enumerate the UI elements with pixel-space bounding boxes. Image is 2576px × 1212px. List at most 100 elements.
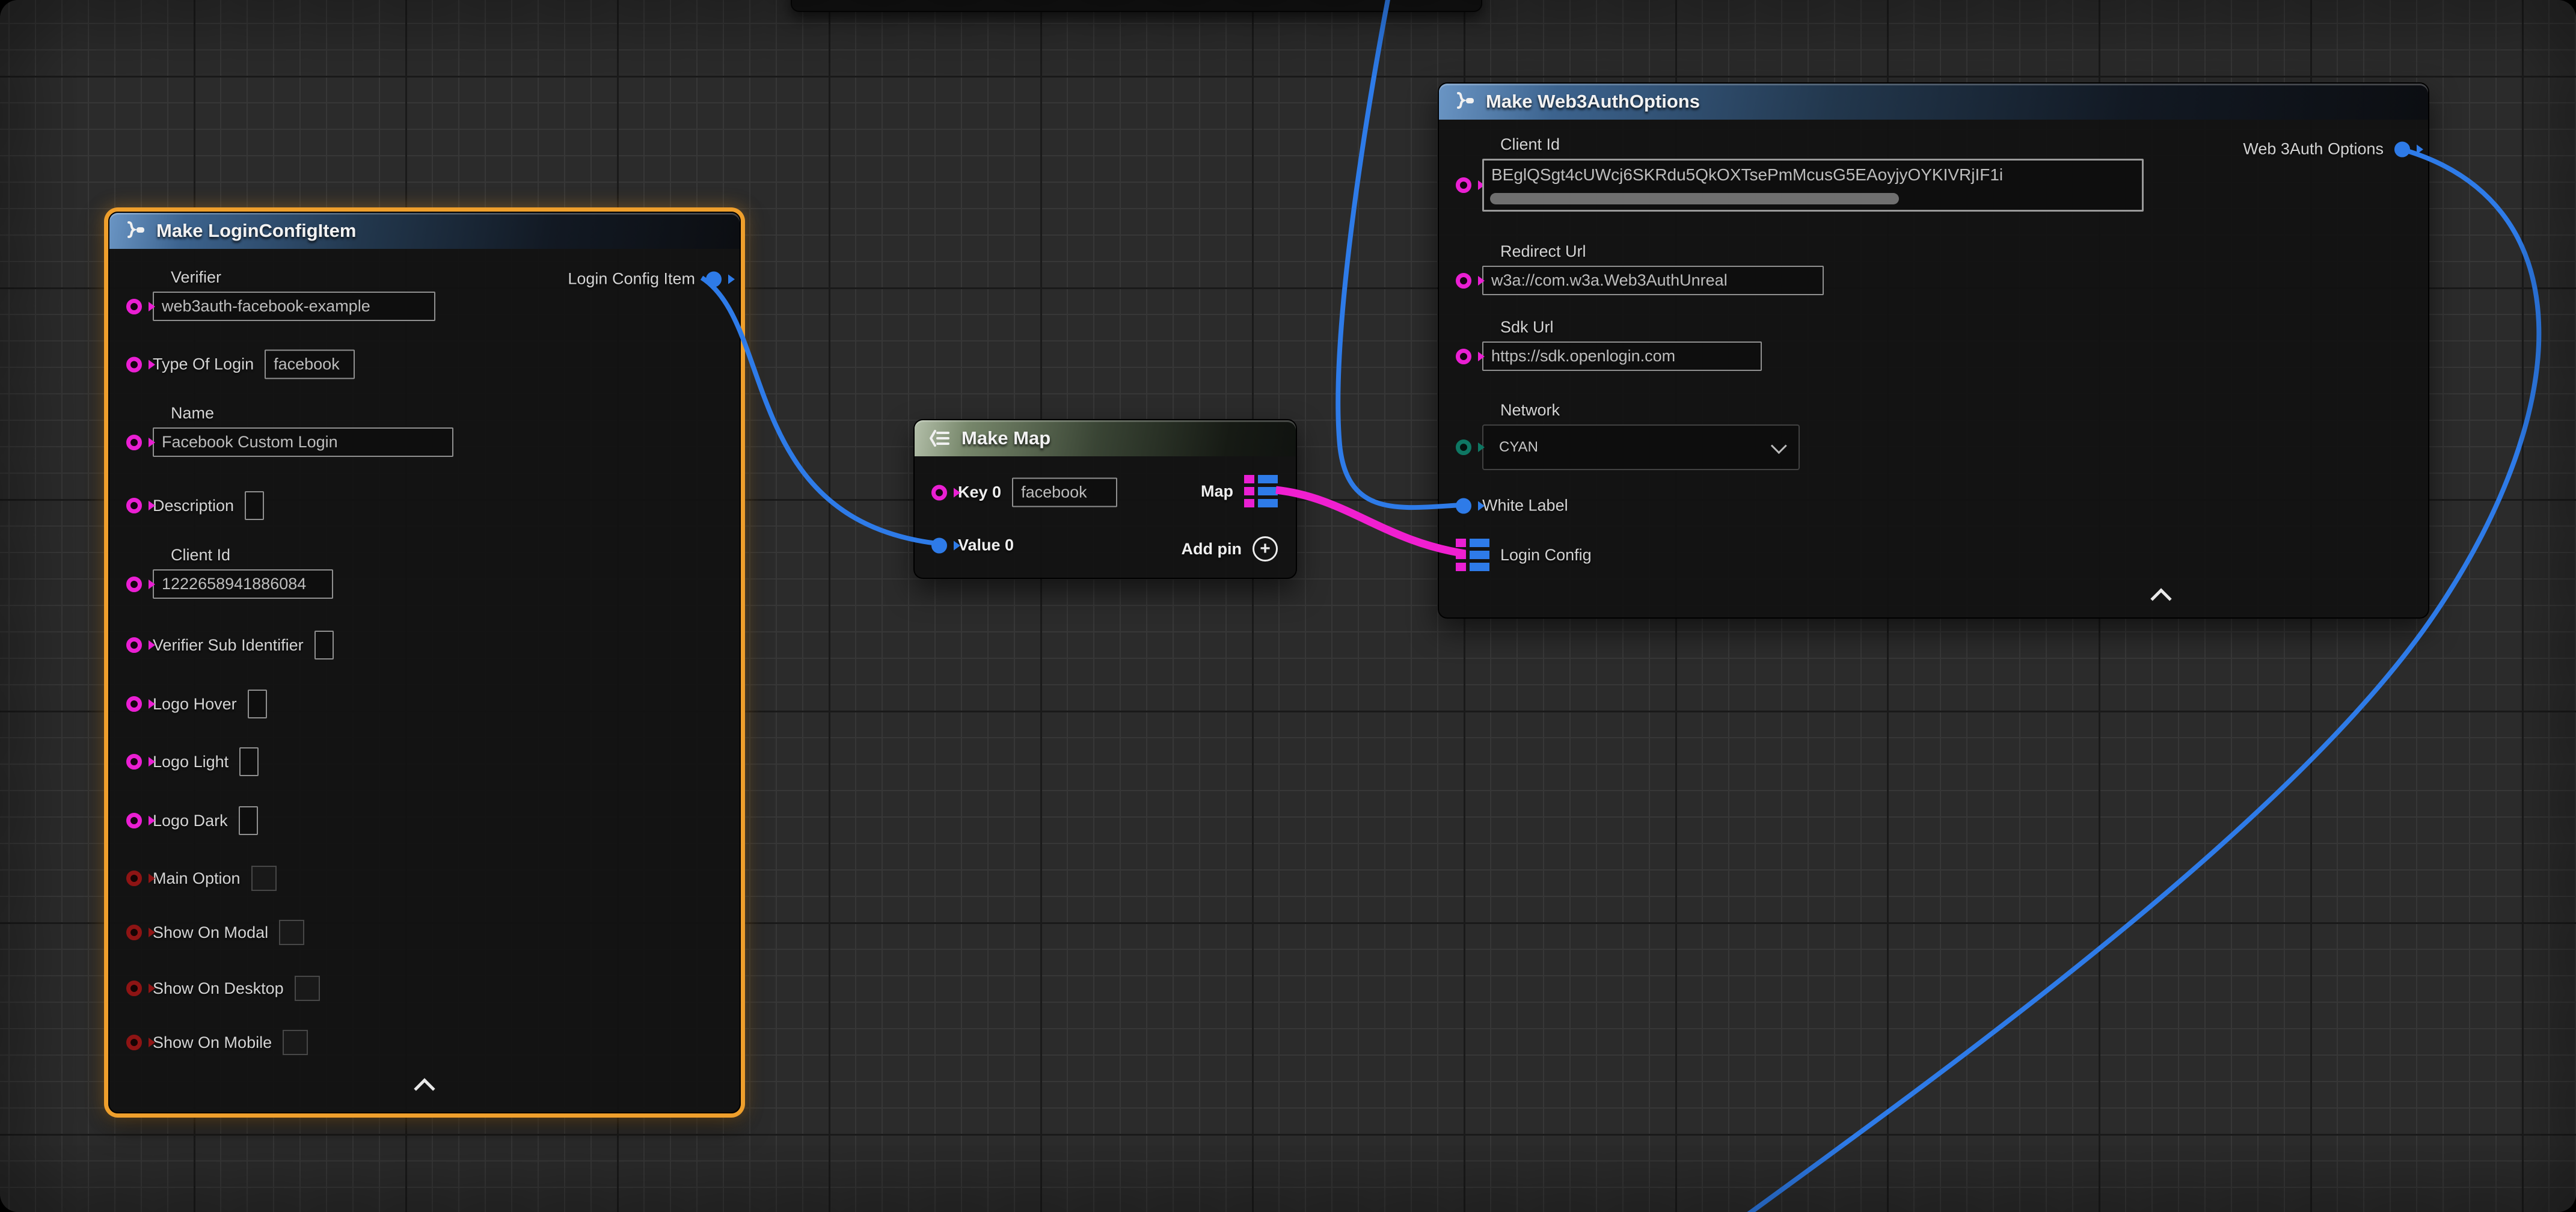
pin-row-web3auth-options-out: Web 3Auth Options (2243, 140, 2410, 159)
network-selected-value: CYAN (1499, 439, 1538, 456)
logo-hover-input[interactable] (248, 690, 267, 718)
pin-row-login-config-item-out: Login Config Item (568, 270, 722, 289)
add-pin-button[interactable]: Add pin + (1182, 536, 1278, 562)
pin-row-map-out: Map (1201, 475, 1278, 507)
collapse-chevron-icon[interactable] (2150, 588, 2171, 609)
show-on-modal-pin[interactable] (126, 925, 142, 940)
pin-group-client-id: Client Id 1222658941886084 (126, 546, 333, 599)
add-pin-plus-icon: + (1253, 536, 1278, 562)
pin-group-name: Name Facebook Custom Login (126, 404, 453, 457)
verifier-input[interactable]: web3auth-facebook-example (153, 292, 435, 321)
node-title: Make Web3AuthOptions (1486, 91, 1700, 112)
verifier-pin[interactable] (126, 299, 142, 314)
make-map-icon (928, 426, 952, 450)
pin-label: Name (171, 404, 453, 423)
client-id-input[interactable]: 1222658941886084 (153, 569, 333, 599)
make-struct-icon (1452, 90, 1476, 114)
name-pin[interactable] (126, 435, 142, 450)
blueprint-graph-canvas[interactable]: { "editor": { "background": "#2b2b2b", "… (0, 0, 2576, 1212)
map-output-pin[interactable] (1244, 475, 1278, 507)
chevron-down-icon (1771, 438, 1787, 454)
pin-label: Verifier Sub Identifier (153, 636, 304, 655)
pin-label: Logo Light (153, 753, 228, 771)
node-title: Make Map (961, 427, 1050, 449)
pin-row-show-on-desktop: Show On Desktop (126, 976, 320, 1001)
pin-row-logo-hover: Logo Hover (126, 690, 267, 718)
verifier-sub-identifier-pin[interactable] (126, 637, 142, 653)
pin-label: Type Of Login (153, 355, 254, 374)
pin-label: Value 0 (958, 536, 1014, 555)
pin-row-description: Description (126, 491, 264, 520)
pin-group-network: Network CYAN (1456, 401, 1800, 470)
pin-label: Show On Desktop (153, 979, 284, 998)
client-id-scrollbar[interactable] (1490, 193, 1899, 204)
type-of-login-input[interactable]: facebook (265, 350, 355, 379)
sdk-url-pin[interactable] (1456, 349, 1471, 364)
pin-label: Redirect Url (1500, 242, 1824, 261)
sdk-url-input[interactable]: https://sdk.openlogin.com (1482, 341, 1762, 371)
key0-input[interactable]: facebook (1012, 478, 1117, 507)
pin-group-verifier: Verifier web3auth-facebook-example (126, 268, 435, 321)
key0-pin[interactable] (931, 485, 947, 500)
name-input[interactable]: Facebook Custom Login (153, 427, 453, 457)
verifier-sub-identifier-input[interactable] (314, 631, 334, 660)
pin-label: Show On Mobile (153, 1033, 272, 1052)
node-make-loginconfigitem[interactable]: Make LoginConfigItem Login Config Item V… (108, 212, 741, 1113)
pin-label: Logo Dark (153, 812, 228, 830)
collapse-chevron-icon[interactable] (414, 1078, 435, 1099)
network-dropdown[interactable]: CYAN (1482, 424, 1800, 470)
make-struct-icon (123, 219, 147, 243)
show-on-mobile-checkbox[interactable] (283, 1030, 308, 1055)
offscreen-node-top[interactable] (791, 0, 1482, 12)
client-id-pin[interactable] (1456, 177, 1471, 193)
logo-dark-pin[interactable] (126, 813, 142, 828)
node-header[interactable]: Make Web3AuthOptions (1439, 84, 2428, 120)
node-header[interactable]: Make Map (915, 420, 1296, 456)
pin-row-login-config: Login Config (1456, 539, 1592, 571)
pin-label: Sdk Url (1500, 318, 1762, 337)
pin-label: White Label (1482, 497, 1568, 515)
client-id-text: BEglQSgt4cUWcj6SKRdu5QkOXTsePmMcusG5EAoy… (1491, 165, 2138, 185)
pin-label: Description (153, 497, 234, 515)
logo-light-pin[interactable] (126, 754, 142, 770)
logo-dark-input[interactable] (239, 806, 258, 835)
main-option-pin[interactable] (126, 871, 142, 886)
pin-label: Map (1201, 482, 1233, 501)
pin-row-logo-light: Logo Light (126, 747, 259, 776)
pin-label: Web 3Auth Options (2243, 140, 2384, 159)
add-pin-label: Add pin (1182, 540, 1242, 559)
pin-label: Key 0 (958, 483, 1001, 502)
show-on-desktop-pin[interactable] (126, 981, 142, 996)
show-on-desktop-checkbox[interactable] (295, 976, 320, 1001)
node-header[interactable]: Make LoginConfigItem (109, 213, 740, 249)
main-option-checkbox[interactable] (251, 866, 277, 891)
client-id-pin[interactable] (126, 577, 142, 592)
node-make-map[interactable]: Make Map Key 0 facebook Map Value 0 Add … (913, 419, 1297, 579)
pin-row-value0: Value 0 (931, 536, 1014, 555)
node-make-web3authoptions[interactable]: Make Web3AuthOptions Web 3Auth Options C… (1438, 82, 2429, 619)
show-on-mobile-pin[interactable] (126, 1035, 142, 1050)
pin-label: Login Config Item (568, 270, 695, 289)
pin-row-key0: Key 0 facebook (931, 478, 1117, 507)
logo-hover-pin[interactable] (126, 696, 142, 712)
logo-light-input[interactable] (239, 747, 259, 776)
pin-row-verifier-sub-identifier: Verifier Sub Identifier (126, 631, 334, 660)
pin-row-show-on-mobile: Show On Mobile (126, 1030, 308, 1055)
pin-label: Network (1500, 401, 1800, 420)
pin-row-main-option: Main Option (126, 866, 277, 891)
node-title: Make LoginConfigItem (156, 220, 356, 242)
pin-label: Login Config (1500, 546, 1592, 565)
type-of-login-pin[interactable] (126, 357, 142, 372)
pin-label: Verifier (171, 268, 435, 287)
pin-group-client-id: Client Id BEglQSgt4cUWcj6SKRdu5QkOXTsePm… (1456, 135, 2144, 212)
pin-row-show-on-modal: Show On Modal (126, 920, 304, 945)
pin-label: Client Id (171, 546, 333, 565)
client-id-input[interactable]: BEglQSgt4cUWcj6SKRdu5QkOXTsePmMcusG5EAoy… (1482, 159, 2144, 212)
redirect-url-pin[interactable] (1456, 273, 1471, 289)
show-on-modal-checkbox[interactable] (279, 920, 304, 945)
redirect-url-input[interactable]: w3a://com.w3a.Web3AuthUnreal (1482, 266, 1824, 295)
pin-label: Logo Hover (153, 695, 237, 714)
description-input[interactable] (245, 491, 264, 520)
network-pin[interactable] (1456, 439, 1471, 455)
description-pin[interactable] (126, 498, 142, 513)
